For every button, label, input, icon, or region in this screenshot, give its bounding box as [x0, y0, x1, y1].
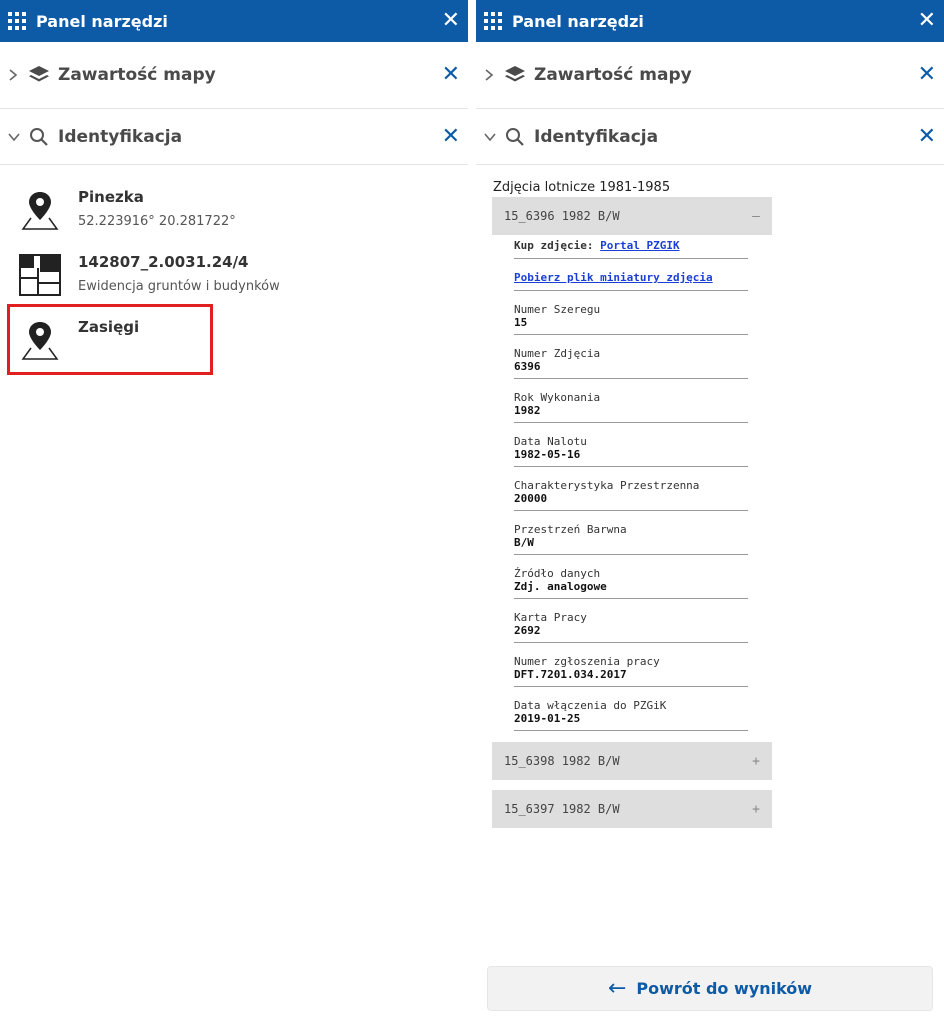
buy-photo-row: Kup zdjęcie: Portal PZGIK: [514, 236, 748, 259]
toolbar-header: Panel narzędzi ✕: [476, 0, 944, 42]
attribute-label: Numer zgłoszenia pracy: [514, 655, 660, 668]
search-icon: [504, 126, 526, 148]
photo-item-expanded[interactable]: 15_6396 1982 B/W –: [492, 197, 772, 235]
section-title: Identyfikacja: [534, 126, 659, 147]
attribute-label: Rok Wykonania: [514, 391, 601, 404]
section-identification[interactable]: Identyfikacja ✕: [476, 109, 944, 165]
attribute-row: Źródło danych Zdj. analogowe: [514, 555, 748, 599]
attribute-row: Numer zgłoszenia pracy DFT.7201.034.2017: [514, 643, 748, 687]
portal-pzgik-link[interactable]: Portal PZGIK: [600, 239, 679, 252]
result-subtitle: Ewidencja gruntów i budynków: [78, 279, 280, 294]
layers-icon: [504, 64, 526, 86]
attribute-value: 1982: [514, 404, 541, 417]
result-group-title: Zdjęcia lotnicze 1981-1985: [493, 180, 671, 195]
download-row: Pobierz plik miniatury zdjęcia: [514, 259, 748, 291]
selection-highlight: [7, 304, 213, 375]
attribute-row: Data włączenia do PZGiK 2019-01-25: [514, 687, 748, 731]
attribute-row: Numer Szeregu 15: [514, 291, 748, 335]
close-section-icon[interactable]: ✕: [918, 125, 936, 148]
attribute-value: B/W: [514, 536, 534, 549]
collapse-icon[interactable]: –: [752, 209, 760, 224]
chevron-right-icon: [484, 69, 498, 81]
attribute-row: Charakterystyka Przestrzenna 20000: [514, 467, 748, 511]
attribute-value: 1982-05-16: [514, 448, 581, 461]
attribute-label: Karta Pracy: [514, 611, 587, 624]
toolbar-header: Panel narzędzi ✕: [0, 0, 468, 42]
apps-grid-icon[interactable]: [8, 12, 26, 30]
parcel-icon: [18, 253, 62, 297]
chevron-right-icon: [8, 69, 22, 81]
photo-details: Kup zdjęcie: Portal PZGIK Pobierz plik m…: [514, 236, 748, 731]
back-to-results-button[interactable]: ← Powrót do wyników: [487, 966, 933, 1011]
section-map-contents[interactable]: Zawartość mapy ✕: [476, 42, 944, 109]
result-title: 142807_2.0031.24/4: [78, 253, 249, 271]
attribute-label: Numer Szeregu: [514, 303, 601, 316]
result-title: Pinezka: [78, 188, 144, 206]
section-title: Zawartość mapy: [58, 65, 216, 85]
close-section-icon[interactable]: ✕: [442, 64, 460, 86]
attribute-label: Data włączenia do PZGiK: [514, 699, 667, 712]
expand-icon[interactable]: +: [752, 802, 760, 817]
photo-item-label: 15_6398 1982 B/W: [504, 754, 620, 768]
attribute-row: Numer Zdjęcia 6396: [514, 335, 748, 379]
attribute-value: 15: [514, 316, 528, 329]
close-section-icon[interactable]: ✕: [918, 64, 936, 86]
attribute-label: Przestrzeń Barwna: [514, 523, 627, 536]
layers-icon: [28, 64, 50, 86]
attribute-row: Rok Wykonania 1982: [514, 379, 748, 423]
attribute-row: Data Nalotu 1982-05-16: [514, 423, 748, 467]
photo-item-label: 15_6397 1982 B/W: [504, 802, 620, 816]
result-subtitle: 52.223916° 20.281722°: [78, 214, 236, 229]
right-panel: Panel narzędzi ✕ Zawartość mapy ✕ Identy…: [476, 0, 944, 1024]
panel-title: Panel narzędzi: [512, 11, 644, 31]
apps-grid-icon[interactable]: [484, 12, 502, 30]
photo-item-label: 15_6396 1982 B/W: [504, 209, 620, 223]
close-icon[interactable]: ✕: [442, 10, 460, 32]
map-pin-icon: [18, 188, 62, 232]
attribute-value: Zdj. analogowe: [514, 580, 607, 593]
result-item-parcel[interactable]: 142807_2.0031.24/4 Ewidencja gruntów i b…: [18, 253, 280, 297]
photo-item-collapsed[interactable]: 15_6397 1982 B/W +: [492, 790, 772, 828]
download-thumbnail-link[interactable]: Pobierz plik miniatury zdjęcia: [514, 271, 713, 284]
section-identification[interactable]: Identyfikacja ✕: [0, 109, 468, 165]
close-icon[interactable]: ✕: [918, 10, 936, 32]
attribute-value: 6396: [514, 360, 541, 373]
attribute-label: Data Nalotu: [514, 435, 587, 448]
section-map-contents[interactable]: Zawartość mapy ✕: [0, 42, 468, 109]
chevron-down-icon: [484, 132, 498, 142]
attribute-list: Numer Szeregu 15 Numer Zdjęcia 6396 Rok Wyko…: [514, 291, 748, 731]
result-item-pin[interactable]: Pinezka 52.223916° 20.281722°: [18, 188, 236, 232]
attribute-value: DFT.7201.034.2017: [514, 668, 627, 681]
left-panel: Panel narzędzi ✕ Zawartość mapy ✕ Identy…: [0, 0, 468, 1024]
section-title: Zawartość mapy: [534, 65, 692, 85]
attribute-label: Numer Zdjęcia: [514, 347, 601, 360]
photo-item-collapsed[interactable]: 15_6398 1982 B/W +: [492, 742, 772, 780]
attribute-value: 2019-01-25: [514, 712, 581, 725]
expand-icon[interactable]: +: [752, 754, 760, 769]
attribute-label: Charakterystyka Przestrzenna: [514, 479, 700, 492]
back-button-label: Powrót do wyników: [636, 979, 813, 998]
chevron-down-icon: [8, 132, 22, 142]
close-section-icon[interactable]: ✕: [442, 125, 460, 148]
arrow-left-icon: ←: [607, 976, 627, 1001]
attribute-value: 20000: [514, 492, 548, 505]
attribute-row: Przestrzeń Barwna B/W: [514, 511, 748, 555]
attribute-label: Źródło danych: [514, 567, 601, 580]
buy-photo-label: Kup zdjęcie:: [514, 239, 594, 252]
search-icon: [28, 126, 50, 148]
panel-title: Panel narzędzi: [36, 11, 168, 31]
section-title: Identyfikacja: [58, 126, 183, 147]
attribute-row: Karta Pracy 2692: [514, 599, 748, 643]
attribute-value: 2692: [514, 624, 541, 637]
